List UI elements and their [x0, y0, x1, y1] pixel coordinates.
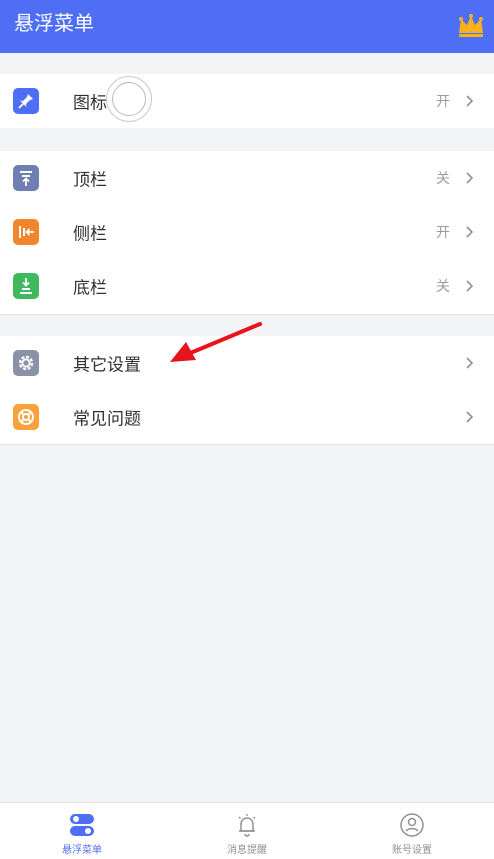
crown-icon[interactable] — [456, 11, 486, 39]
toggle-icon — [69, 812, 95, 838]
row-label: 常见问题 — [73, 409, 141, 430]
status-value: 开 — [436, 225, 450, 241]
chevron-right-icon — [466, 172, 474, 184]
side-bar-icon — [13, 219, 39, 245]
list-item-bottom-bar[interactable]: 底栏 关 — [0, 259, 494, 313]
gear-icon — [13, 350, 39, 376]
row-label: 侧栏 — [73, 224, 107, 245]
bell-icon — [234, 812, 260, 838]
bottom-bar-icon — [13, 273, 39, 299]
tab-account-settings[interactable]: 账号设置 — [330, 803, 494, 859]
tab-notifications[interactable]: 消息提醒 — [165, 803, 329, 859]
tab-floating-menu[interactable]: 悬浮菜单 — [0, 803, 164, 859]
row-label: 图标 — [73, 93, 107, 114]
bottom-tab-bar: 悬浮菜单 消息提醒 账号设置 — [0, 802, 494, 859]
list-item-side-bar[interactable]: 侧栏 开 — [0, 205, 494, 259]
status-value: 关 — [436, 171, 450, 187]
tab-label: 账号设置 — [392, 845, 432, 856]
list-item-top-bar[interactable]: 顶栏 关 — [0, 151, 494, 205]
chevron-right-icon — [466, 411, 474, 423]
annotation-arrow-icon — [170, 322, 262, 362]
top-bar-icon — [13, 165, 39, 191]
list-item-faq[interactable]: 常见问题 — [0, 390, 494, 444]
tab-label: 悬浮菜单 — [62, 845, 102, 856]
user-icon — [399, 812, 425, 838]
row-label: 其它设置 — [73, 355, 141, 376]
settings-group-bars: 顶栏 关 侧栏 开 底栏 关 — [0, 151, 494, 315]
settings-group-display: 图标 开 — [0, 74, 494, 128]
status-value: 开 — [436, 94, 450, 110]
floating-touch-button[interactable] — [106, 76, 152, 122]
lifebuoy-icon — [13, 404, 39, 430]
chevron-right-icon — [466, 280, 474, 292]
row-label: 顶栏 — [73, 170, 107, 191]
tab-label: 消息提醒 — [227, 845, 267, 856]
chevron-right-icon — [466, 226, 474, 238]
app-header: 悬浮菜单 — [0, 0, 494, 53]
chevron-right-icon — [466, 357, 474, 369]
status-value: 关 — [436, 279, 450, 295]
row-label: 底栏 — [73, 278, 107, 299]
chevron-right-icon — [466, 95, 474, 107]
page-title: 悬浮菜单 — [14, 11, 94, 35]
list-item-icon[interactable]: 图标 开 — [0, 74, 494, 128]
pin-icon — [13, 88, 39, 114]
